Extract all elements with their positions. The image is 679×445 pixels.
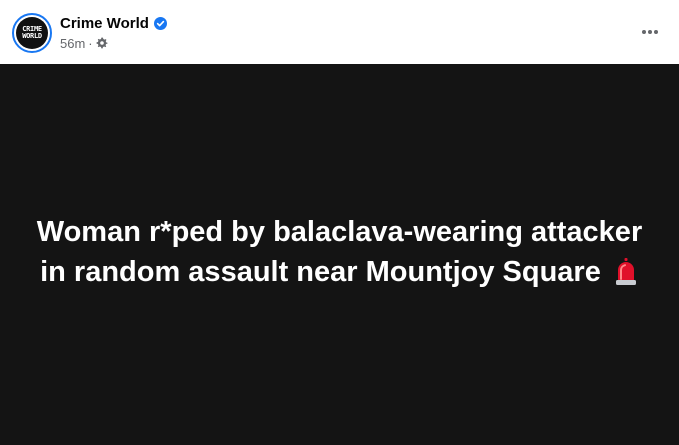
post-text-background: Woman r*ped by balaclava-wearing attacke… — [0, 64, 679, 445]
facebook-post: CRIME WORLD Crime World 56m · Woman r*pe… — [0, 0, 679, 445]
meta-separator: · — [88, 35, 93, 51]
verified-badge-icon — [153, 16, 167, 30]
gear-icon[interactable] — [96, 37, 108, 49]
post-text: Woman r*ped by balaclava-wearing attacke… — [36, 216, 643, 288]
avatar-logo: CRIME WORLD — [16, 17, 48, 49]
police-siren-icon — [613, 257, 639, 285]
post-timestamp[interactable]: 56m — [60, 36, 85, 51]
avatar-logo-line-2: WORLD — [22, 32, 42, 40]
page-name[interactable]: Crime World — [60, 15, 149, 32]
page-name-row: Crime World — [60, 13, 167, 33]
post-text-content: Woman r*ped by balaclava-wearing attacke… — [30, 212, 650, 292]
more-options-button[interactable] — [635, 16, 665, 46]
post-meta: 56m · — [60, 35, 108, 51]
ellipsis-icon — [641, 22, 659, 40]
page-avatar[interactable]: CRIME WORLD — [12, 13, 52, 53]
post-header: CRIME WORLD Crime World 56m · — [0, 0, 679, 64]
